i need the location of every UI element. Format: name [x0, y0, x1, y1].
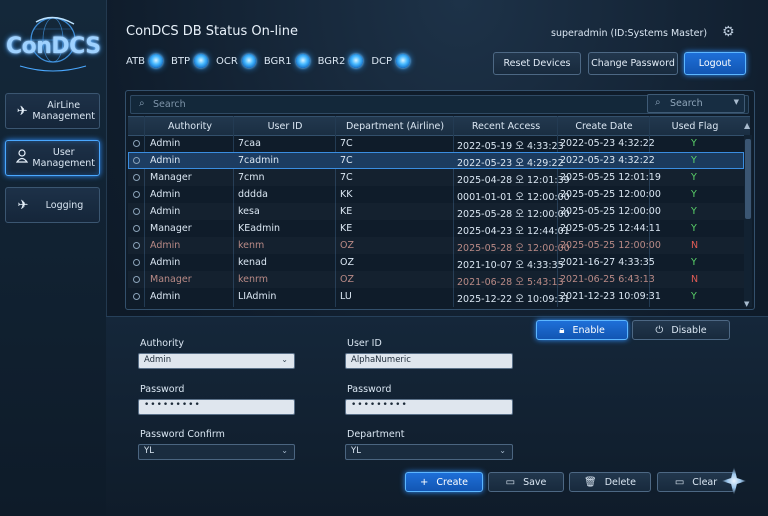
table-scrollbar[interactable]: ▲ ▼ [744, 121, 752, 308]
column-header-create-date[interactable]: Create Date [558, 121, 650, 132]
condcs-logo: ConDCS [6, 14, 101, 76]
user-icon [12, 149, 32, 167]
password-label: Password [140, 384, 185, 395]
authority-select[interactable]: Admin ⌄ [138, 353, 295, 369]
user-table-panel: ⌕ Search ⌕ Search ▼ Authority User ID De… [125, 90, 755, 310]
table-row[interactable]: Admin 7cadmin 7C 2022-05-23 오 4:29:22 20… [128, 152, 744, 169]
password-input-2[interactable]: ••••••••• [345, 399, 513, 415]
reset-devices-button[interactable]: Reset Devices [493, 52, 581, 75]
status-light-icon [349, 54, 364, 68]
scrollbar-thumb[interactable] [745, 139, 751, 219]
row-bullet-icon [133, 191, 140, 198]
column-header-authority[interactable]: Authority [146, 121, 234, 132]
indicator-bgr1: BGR1 [264, 54, 310, 68]
indicator-dcp: DCP [371, 54, 411, 68]
user-id-label: User ID [347, 338, 382, 349]
column-header-user-id[interactable]: User ID [234, 121, 336, 132]
chevron-down-icon: ⌄ [499, 446, 506, 455]
chevron-down-icon[interactable]: ▼ [744, 300, 749, 308]
sidebar: ConDCS ✈ AirLine Management User Managem… [0, 0, 107, 515]
row-bullet-icon [133, 157, 140, 164]
db-status-title: ConDCS DB Status On-line [126, 24, 298, 39]
sidebar-item-label: User Management [32, 147, 96, 169]
user-id-input[interactable]: AlphaNumeric [345, 353, 513, 369]
status-light-icon [241, 54, 256, 68]
table-header: Authority User ID Department (Airline) R… [128, 116, 750, 136]
table-body: Admin 7caa 7C 2022-05-19 오 4:33:23 2022-… [128, 135, 744, 307]
chevron-down-icon: ⌄ [281, 355, 288, 364]
row-bullet-icon [133, 140, 140, 147]
indicator-bgr2: BGR2 [318, 54, 364, 68]
chevron-down-icon: ▼ [733, 98, 739, 106]
current-user: superadmin (ID:Systems Master) [551, 28, 708, 39]
password-confirm-select[interactable]: YL ⌄ [138, 444, 295, 460]
status-light-icon [194, 54, 209, 68]
device-indicators: ATB BTP OCR BGR1 BGR2 DCP [126, 50, 418, 72]
airplane-icon: ✈ [17, 197, 29, 213]
table-row[interactable]: Manager kenrm OZ 2021-06-28 오 5:43:13 20… [128, 271, 744, 288]
change-password-button[interactable]: Change Password [588, 52, 678, 75]
indicator-btp: BTP [171, 54, 209, 68]
enable-button[interactable]: 🔒︎ Enable [536, 320, 628, 340]
department-label: Department [347, 429, 405, 440]
password-input[interactable]: ••••••••• [138, 399, 295, 415]
table-row[interactable]: Admin LIAdmin LU 2025-12-22 오 10:09:31 2… [128, 288, 744, 305]
column-header-used-flag[interactable]: Used Flag [650, 121, 740, 132]
power-icon: ⏻ [655, 324, 664, 336]
row-bullet-icon [133, 276, 140, 283]
window-icon: ▭ [674, 476, 685, 488]
table-row[interactable]: Admin dddda KK 0001-01-01 오 12:00:00 202… [128, 186, 744, 203]
row-bullet-icon [133, 293, 140, 300]
plus-icon: + [420, 476, 429, 488]
save-button[interactable]: ▭ Save [488, 472, 564, 492]
table-row[interactable]: Admin kenad OZ 2021-10-07 오 4:33:35 2021… [128, 254, 744, 271]
search-icon: ⌕ [139, 98, 145, 109]
airplane-icon: ✈ [16, 103, 28, 119]
chevron-down-icon: ⌄ [281, 446, 288, 455]
gear-icon[interactable]: ⚙ [722, 24, 735, 40]
password-confirm-label: Password Confirm [140, 429, 225, 440]
lock-icon: 🔒︎ [559, 324, 565, 336]
sidebar-item-airline-management[interactable]: ✈ AirLine Management [5, 93, 100, 129]
search-icon: ⌕ [655, 97, 661, 108]
sidebar-item-label: AirLine Management [32, 100, 96, 122]
logout-button[interactable]: Logout [684, 52, 746, 75]
sidebar-item-label: Logging [45, 199, 84, 211]
save-icon: ▭ [505, 476, 516, 488]
table-row[interactable]: Admin kenm OZ 2025-05-28 오 12:00:00 2025… [128, 237, 744, 254]
table-row[interactable]: Admin 7caa 7C 2022-05-19 오 4:33:23 2022-… [128, 135, 744, 152]
status-light-icon [295, 54, 310, 68]
table-row[interactable]: Admin kesa KE 2025-05-28 오 12:00:00 2025… [128, 203, 744, 220]
row-bullet-icon [133, 242, 140, 249]
create-button[interactable]: + Create [405, 472, 483, 492]
authority-label: Authority [140, 338, 184, 349]
indicator-ocr: OCR [216, 54, 256, 68]
row-bullet-icon [133, 208, 140, 215]
clear-button[interactable]: ▭ Clear [657, 472, 735, 492]
delete-button[interactable]: 🗑︎ Delete [569, 472, 651, 492]
trash-icon: 🗑︎ [584, 476, 597, 488]
sidebar-item-logging[interactable]: ✈ Logging [5, 187, 100, 223]
department-select[interactable]: YL ⌄ [345, 444, 513, 460]
table-row[interactable]: Manager KEadmin KE 2025-04-23 오 12:44:01… [128, 220, 744, 237]
row-bullet-icon [133, 174, 140, 181]
password-label: Password [347, 384, 392, 395]
column-header-department[interactable]: Department (Airline) [336, 121, 454, 132]
table-row[interactable]: Manager 7cmn 7C 2025-04-28 오 12:01:39 20… [128, 169, 744, 186]
indicator-atb: ATB [126, 54, 164, 68]
chevron-up-icon[interactable]: ▲ [744, 121, 750, 130]
sidebar-item-user-management[interactable]: User Management [5, 140, 100, 176]
row-bullet-icon [133, 259, 140, 266]
search-filter-dropdown[interactable]: ⌕ Search ▼ [647, 94, 745, 113]
status-light-icon [396, 54, 411, 68]
disable-button[interactable]: ⏻ Disable [632, 320, 730, 340]
column-header-recent-access[interactable]: Recent Access [454, 121, 558, 132]
row-bullet-icon [133, 225, 140, 232]
logo-text: ConDCS [6, 34, 101, 59]
status-light-icon [149, 54, 164, 68]
